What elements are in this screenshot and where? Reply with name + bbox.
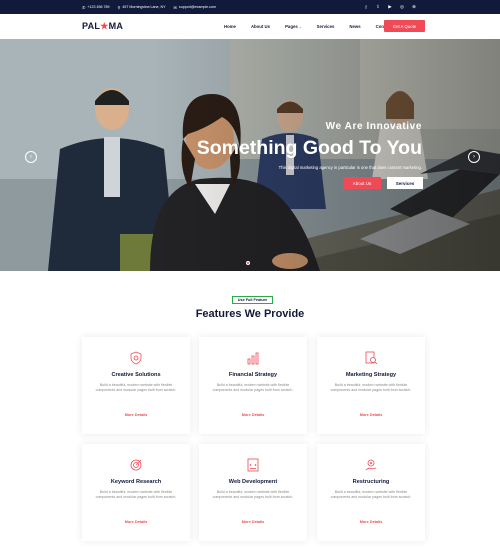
- email-text: support@example.com: [178, 5, 216, 9]
- gear-hand-icon: [365, 459, 377, 471]
- logo-text-right: MA: [108, 21, 124, 31]
- nav-item-home[interactable]: Home: [224, 24, 236, 29]
- hero-slider: We Are Innovative Something Good To You …: [0, 39, 500, 271]
- slider-next-button[interactable]: ›: [468, 151, 480, 163]
- more-details-link[interactable]: More Details: [199, 520, 307, 524]
- feature-title: Keyword Research: [110, 479, 162, 485]
- feature-title: Creative Solutions: [111, 372, 161, 378]
- feature-card: Financial Strategy Build a beautiful, mo…: [199, 337, 307, 434]
- feature-card: Restructuring Build a beautiful, modern …: [317, 444, 425, 541]
- location-pin-icon: ⚲: [117, 4, 121, 10]
- social-links: f 𝕥 ▶ ◎ ⊕: [363, 0, 417, 14]
- nav-item-pages[interactable]: Pages⌄: [285, 24, 302, 29]
- more-details-link[interactable]: More Details: [317, 520, 425, 524]
- contact-info: ✆ +123 456 789 ⚲ 457 Morningview Lane, NY …: [82, 0, 216, 14]
- feature-title: Restructuring: [352, 479, 390, 485]
- phone-item[interactable]: ✆ +123 456 789: [82, 5, 109, 10]
- facebook-icon[interactable]: f: [363, 4, 369, 10]
- email-item[interactable]: ✉ support@example.com: [174, 5, 216, 10]
- nav-item-news[interactable]: News: [349, 24, 360, 29]
- logo-star-icon: ★: [100, 21, 109, 31]
- mail-icon: ✉: [173, 4, 177, 10]
- feature-description: Build a beautiful, modern website with f…: [212, 490, 294, 500]
- code-doc-icon: [247, 458, 259, 472]
- feature-title: Web Development: [228, 479, 278, 485]
- chevron-down-icon: ⌄: [298, 25, 302, 29]
- feature-card: Creative Solutions Build a beautiful, mo…: [82, 337, 190, 434]
- target-icon: [130, 459, 142, 471]
- feature-description: Build a beautiful, modern website with f…: [95, 490, 177, 500]
- main-nav: PAL★MA Home About Us Pages⌄ Services New…: [0, 14, 500, 39]
- section-badge: Use Full Feature: [232, 296, 273, 304]
- feature-title: Financial Strategy: [228, 372, 278, 378]
- more-details-link[interactable]: More Details: [82, 413, 190, 417]
- feature-description: Build a beautiful, modern website with f…: [330, 383, 412, 393]
- dribbble-icon[interactable]: ⊕: [411, 4, 417, 10]
- hero-subtitle: This digital marketing agency in particu…: [278, 165, 422, 170]
- chevron-left-icon: ‹: [30, 154, 32, 160]
- search-doc-icon: [365, 351, 378, 365]
- nav-item-services[interactable]: Services: [317, 24, 335, 29]
- chart-icon: [247, 352, 259, 365]
- shield-icon: [130, 351, 142, 365]
- nav-item-about[interactable]: About Us: [251, 24, 270, 29]
- address-text: 457 Morningview Lane, NY: [122, 5, 166, 9]
- slider-dot-active[interactable]: [246, 261, 250, 265]
- feature-description: Build a beautiful, modern website with f…: [330, 490, 412, 500]
- feature-description: Build a beautiful, modern website with f…: [212, 383, 294, 393]
- slider-prev-button[interactable]: ‹: [25, 151, 37, 163]
- youtube-icon[interactable]: ▶: [387, 4, 393, 10]
- address-item: ⚲ 457 Morningview Lane, NY: [117, 5, 165, 10]
- hero-title: Something Good To You: [196, 137, 422, 159]
- phone-icon: ✆: [82, 4, 86, 10]
- more-details-link[interactable]: More Details: [317, 413, 425, 417]
- chevron-right-icon: ›: [473, 154, 475, 160]
- about-us-button[interactable]: About Us: [343, 177, 381, 189]
- services-button[interactable]: Services: [387, 177, 423, 189]
- feature-card: Marketing Strategy Build a beautiful, mo…: [317, 337, 425, 434]
- hero-eyebrow: We Are Innovative: [325, 121, 422, 132]
- top-bar: ✆ +123 456 789 ⚲ 457 Morningview Lane, NY …: [0, 0, 500, 14]
- section-title: Features We Provide: [195, 308, 305, 320]
- feature-title: Marketing Strategy: [345, 372, 397, 378]
- instagram-icon[interactable]: ◎: [399, 4, 405, 10]
- feature-card: Web Development Build a beautiful, moder…: [199, 444, 307, 541]
- logo-text-left: PAL: [82, 21, 101, 31]
- more-details-link[interactable]: More Details: [82, 520, 190, 524]
- more-details-link[interactable]: More Details: [199, 413, 307, 417]
- site-logo[interactable]: PAL★MA: [82, 21, 123, 32]
- get-quote-button[interactable]: Get A Quote: [384, 20, 425, 32]
- phone-text: +123 456 789: [87, 5, 110, 9]
- nav-item-pages-label: Pages: [285, 24, 298, 29]
- twitter-icon[interactable]: 𝕥: [375, 4, 381, 10]
- feature-card: Keyword Research Build a beautiful, mode…: [82, 444, 190, 541]
- feature-description: Build a beautiful, modern website with f…: [95, 383, 177, 393]
